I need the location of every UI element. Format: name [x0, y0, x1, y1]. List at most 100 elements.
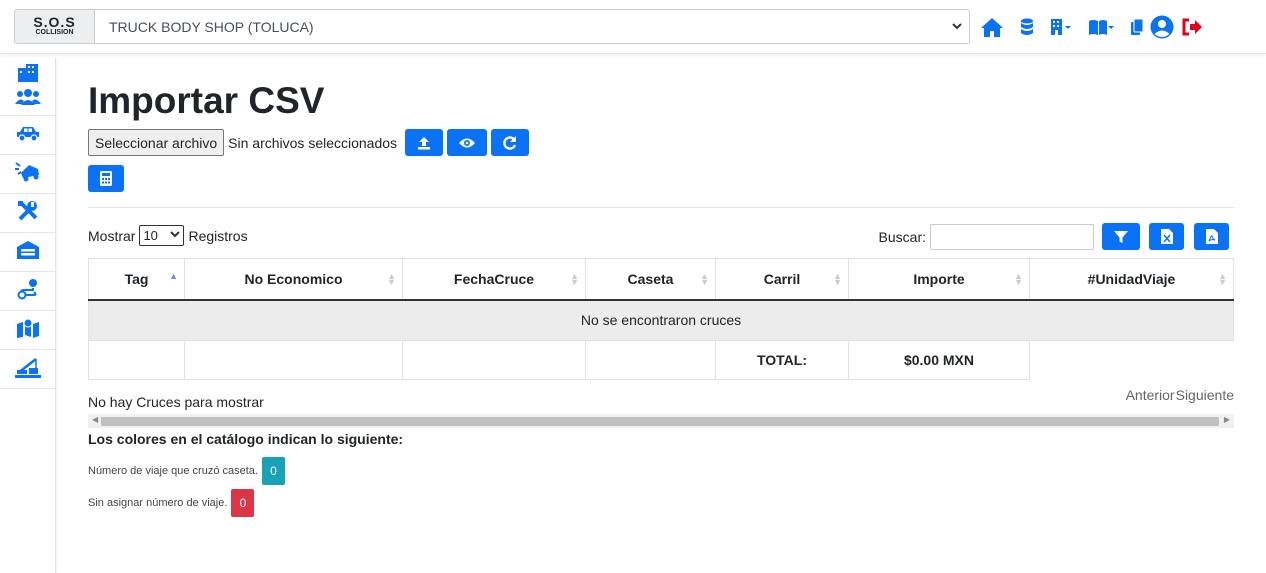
table-info: No hay Cruces para mostrar — [88, 394, 264, 410]
trip-crossed-badge: 0 — [261, 457, 285, 485]
upload-button[interactable] — [405, 129, 444, 156]
empty-message: No se encontraron cruces — [88, 299, 1234, 341]
cruces-table: Tag ▲ No Economico ▲ ▼ FechaCruce ▲ ▼ Caseta ▲… — [88, 258, 1234, 380]
legend-item: Sin asignar número de viaje. 0 — [88, 489, 255, 517]
home-icon[interactable] — [980, 16, 1004, 38]
export-excel-button[interactable] — [1149, 223, 1184, 250]
sidebar-item-tools[interactable] — [0, 194, 55, 233]
filter-button[interactable] — [1102, 223, 1140, 250]
records-label: Registros — [188, 227, 248, 244]
sidebar-item-crane[interactable] — [0, 350, 55, 389]
calculator-button[interactable] — [88, 165, 124, 192]
tools-icon — [17, 200, 39, 227]
user-circle-icon[interactable] — [1150, 15, 1174, 39]
page-title: Importar CSV — [88, 80, 325, 121]
table-total-row: TOTAL: $0.00 MXN — [88, 340, 1234, 380]
chevron-down-icon — [951, 20, 963, 35]
column-header-fecha-cruce[interactable]: FechaCruce ▲ ▼ — [402, 258, 586, 301]
book-dropdown-icon[interactable] — [1088, 18, 1114, 36]
sidebar-item-car[interactable] — [0, 116, 55, 155]
calculator-icon — [100, 171, 112, 186]
preview-button[interactable] — [447, 129, 488, 156]
unassigned-trip-badge: 0 — [231, 489, 255, 517]
company-select[interactable]: TRUCK BODY SHOP (TOLUCA) — [94, 9, 970, 44]
column-header-carril[interactable]: Carril ▲ ▼ — [715, 258, 849, 301]
sidebar-item-map[interactable] — [0, 311, 55, 350]
sort-icon: ▲ ▼ — [1218, 271, 1227, 287]
table-cell — [402, 340, 586, 380]
show-label: Mostrar — [88, 227, 136, 244]
legend-item: Número de viaje que cruzó caseta. 0 — [88, 457, 285, 485]
file-status-text: Sin archivos seleccionados — [228, 134, 398, 151]
sort-icon: ▲ ▼ — [700, 271, 709, 287]
legend-label: Número de viaje que cruzó caseta. — [88, 465, 258, 477]
company-select-value: TRUCK BODY SHOP (TOLUCA) — [109, 18, 314, 35]
logo-text: S.O.S — [33, 14, 76, 30]
column-header-unidad-viaje[interactable]: #UnidadViaje ▲ ▼ — [1029, 258, 1234, 301]
table-cell — [88, 340, 185, 380]
column-header-caseta[interactable]: Caseta ▲ ▼ — [585, 258, 716, 301]
top-icons — [980, 14, 1218, 40]
table-empty-row: No se encontraron cruces — [88, 299, 1234, 341]
page-length-select[interactable]: 10 — [139, 225, 185, 246]
sort-asc-icon: ▲ — [169, 271, 178, 281]
building-dropdown-icon[interactable] — [1050, 18, 1072, 36]
search-input[interactable] — [930, 223, 1094, 250]
horizontal-scrollbar[interactable]: ◀ ▶ — [88, 414, 1234, 428]
logo-subtext: COLLISION — [35, 29, 74, 36]
sort-icon: ▲ ▼ — [570, 271, 579, 287]
top-navbar: S.O.S COLLISION TRUCK BODY SHOP (TOLUCA) — [0, 0, 1266, 54]
upload-icon — [418, 136, 431, 149]
export-pdf-button[interactable] — [1194, 223, 1229, 250]
page-length-control: Mostrar 10 Registros — [88, 225, 248, 246]
copy-icon[interactable] — [1130, 18, 1144, 36]
app-logo[interactable]: S.O.S COLLISION — [14, 9, 94, 44]
warehouse-icon — [16, 240, 40, 265]
pagination: AnteriorSiguiente — [1125, 387, 1234, 403]
crane-icon — [14, 356, 41, 383]
next-page-link[interactable]: Siguiente — [1176, 387, 1234, 403]
table-header-row: Tag ▲ No Economico ▲ ▼ FechaCruce ▲ ▼ Caseta ▲… — [88, 258, 1234, 301]
scroll-right-icon[interactable]: ▶ — [1224, 415, 1230, 424]
file-import-row: Seleccionar archivo Sin archivos selecci… — [88, 129, 530, 156]
database-icon[interactable] — [1020, 18, 1034, 36]
legend-title: Los colores en el catálogo indican lo si… — [88, 431, 404, 447]
refresh-button[interactable] — [491, 129, 530, 156]
users-icon[interactable] — [14, 88, 41, 111]
column-header-tag[interactable]: Tag ▲ — [88, 258, 185, 301]
page-length-value: 10 — [143, 228, 158, 243]
sort-icon: ▲ ▼ — [833, 271, 842, 287]
legend-label: Sin asignar número de viaje. — [88, 497, 228, 509]
buildings-icon — [16, 62, 40, 87]
route-icon — [17, 278, 39, 305]
sidebar-item-warehouse[interactable] — [0, 233, 55, 272]
scroll-left-icon[interactable]: ◀ — [92, 415, 98, 424]
divider — [88, 207, 1234, 208]
scrollbar-thumb[interactable] — [101, 417, 1219, 426]
column-header-importe[interactable]: Importe ▲ ▼ — [848, 258, 1030, 301]
search-control: Buscar: — [879, 223, 1229, 250]
map-icon — [16, 318, 40, 343]
chevron-down-icon — [170, 229, 181, 242]
table-cell — [184, 340, 403, 380]
select-file-button[interactable]: Seleccionar archivo — [88, 129, 225, 156]
total-value: $0.00 MXN — [848, 340, 1030, 380]
excel-file-icon — [1160, 229, 1173, 244]
sort-icon: ▲ ▼ — [1014, 271, 1023, 287]
car-icon — [15, 125, 41, 146]
previous-page-link[interactable]: Anterior — [1126, 387, 1175, 403]
search-label: Buscar: — [878, 228, 926, 245]
column-header-no-economico[interactable]: No Economico ▲ ▼ — [184, 258, 403, 301]
table-cell — [1029, 340, 1234, 380]
sidebar-item-route[interactable] — [0, 272, 55, 311]
logout-icon[interactable] — [1182, 18, 1202, 36]
sidebar-item-car-crash[interactable] — [0, 155, 55, 194]
sidebar — [0, 58, 56, 573]
table-cell — [585, 340, 716, 380]
eye-icon — [459, 138, 476, 147]
car-crash-icon — [14, 161, 41, 188]
sidebar-item-buildings[interactable] — [0, 58, 55, 116]
refresh-icon — [503, 135, 517, 150]
total-label: TOTAL: — [715, 340, 849, 380]
filter-icon — [1114, 230, 1128, 243]
